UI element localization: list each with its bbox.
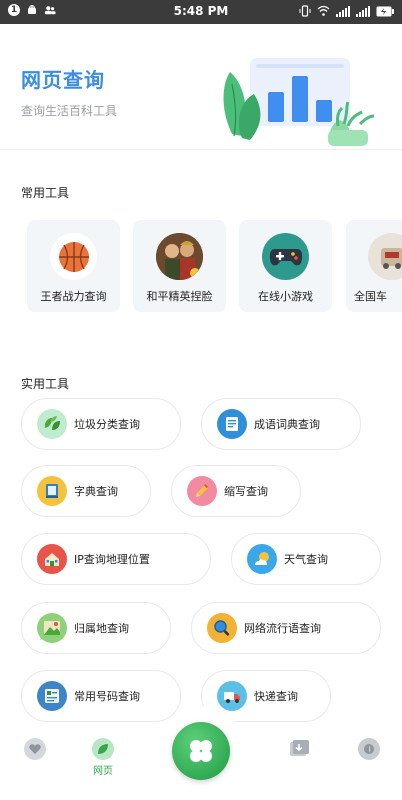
clover-center-button[interactable] <box>172 722 230 780</box>
common-tool-wangzhe[interactable]: 王者战力查询 <box>27 220 120 312</box>
tool-label: 缩写查询 <box>224 485 268 498</box>
common-tools-title: 常用工具 <box>21 186 70 200</box>
header: 网页查询 查询生活百科工具 <box>0 24 402 150</box>
leaf-icon <box>92 738 114 760</box>
profile-icon <box>358 738 380 760</box>
avatar <box>156 233 203 280</box>
common-tool-label: 全国车 <box>354 290 387 303</box>
tool-label: IP查询地理位置 <box>74 553 150 566</box>
recycle-leaves-icon <box>37 409 67 439</box>
inbox-icon <box>288 738 310 760</box>
tool-label: 快递查询 <box>254 690 298 703</box>
sun-cloud-icon <box>247 544 277 574</box>
common-tool-label: 王者战力查询 <box>40 290 107 303</box>
tool-attribution[interactable]: 归属地查询 <box>21 602 171 654</box>
tool-label: 天气查询 <box>284 553 328 566</box>
tool-internet-slang[interactable]: 网络流行语查询 <box>191 602 381 654</box>
tool-label: 网络流行语查询 <box>244 622 321 635</box>
practical-tools-title: 实用工具 <box>21 377 70 391</box>
truck-icon <box>217 681 247 711</box>
page-subtitle: 查询生活百科工具 <box>21 104 118 118</box>
tool-ip-location[interactable]: IP查询地理位置 <box>21 533 211 585</box>
common-tools-carousel[interactable]: 王者战力查询 和平精英捏脸 在线小游戏 全国车 <box>27 220 402 312</box>
avatar <box>262 233 309 280</box>
house-icon <box>37 544 67 574</box>
signal-icon <box>336 6 350 17</box>
tool-weather[interactable]: 天气查询 <box>231 533 381 585</box>
common-tool-label: 和平精英捏脸 <box>146 290 213 303</box>
wifi-icon <box>317 5 330 16</box>
common-tool-peace-elite[interactable]: 和平精英捏脸 <box>133 220 226 312</box>
avatar <box>368 233 402 280</box>
basketball-icon <box>58 241 89 272</box>
landscape-icon <box>37 613 67 643</box>
tool-dictionary[interactable]: 字典查询 <box>21 465 151 517</box>
status-right-icons <box>299 5 394 17</box>
tool-label: 归属地查询 <box>74 622 129 635</box>
tool-abbreviation[interactable]: 缩写查询 <box>171 465 301 517</box>
tool-garbage-classification[interactable]: 垃圾分类查询 <box>21 398 181 450</box>
status-bar: 1 5:48 PM <box>0 0 402 24</box>
tool-common-numbers[interactable]: 常用号码查询 <box>21 670 181 722</box>
magnifier-icon <box>207 613 237 643</box>
common-tool-car[interactable]: 全国车 <box>346 220 402 312</box>
pencil-icon <box>187 476 217 506</box>
clover-icon <box>190 740 212 762</box>
document-icon <box>217 409 247 439</box>
common-tool-label: 在线小游戏 <box>258 290 313 303</box>
battery-icon <box>376 6 394 16</box>
vibrate-icon <box>299 5 311 17</box>
tool-label: 垃圾分类查询 <box>74 418 140 431</box>
tool-label: 常用号码查询 <box>74 690 140 703</box>
page-title: 网页查询 <box>21 68 105 92</box>
tool-label: 成语词典查询 <box>254 418 320 431</box>
gamepad-icon <box>269 248 302 265</box>
game-character-avatar <box>156 233 203 280</box>
contacts-icon <box>37 681 67 711</box>
common-tool-mini-games[interactable]: 在线小游戏 <box>239 220 332 312</box>
car-icon <box>380 247 402 269</box>
nav-item-inbox[interactable] <box>275 738 323 760</box>
heart-icon <box>24 738 46 760</box>
tool-idiom-dictionary[interactable]: 成语词典查询 <box>201 398 361 450</box>
bar-chart-plant-illustration <box>223 58 375 146</box>
book-icon <box>37 476 67 506</box>
avatar <box>50 233 97 280</box>
nav-item-favorites[interactable] <box>11 738 59 760</box>
tool-label: 字典查询 <box>74 485 118 498</box>
nav-label-web: 网页 <box>93 766 113 777</box>
signal-icon-2 <box>356 6 370 17</box>
nav-item-profile[interactable] <box>345 738 393 760</box>
nav-item-web[interactable]: 网页 <box>79 738 127 777</box>
